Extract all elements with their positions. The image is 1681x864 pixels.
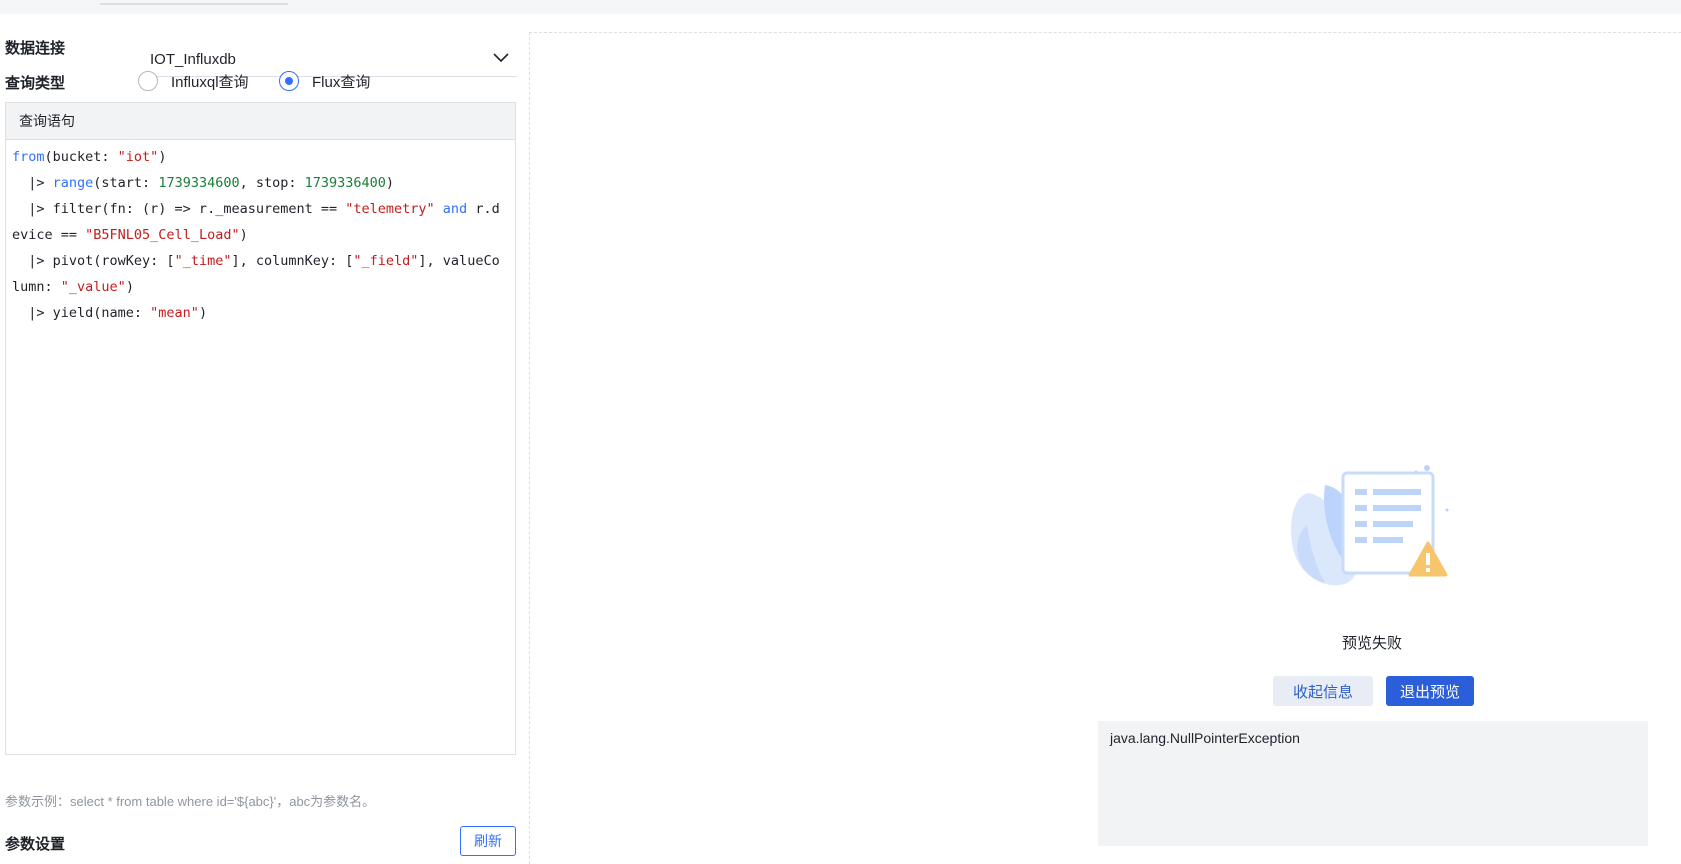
query-type-label: 查询类型 bbox=[5, 75, 66, 92]
radio-circle-selected bbox=[279, 71, 299, 91]
radio-label: Influxql查询 bbox=[171, 73, 249, 91]
radio-influxql[interactable]: Influxql查询 bbox=[138, 69, 249, 93]
code-line: |> yield(name: "mean") bbox=[12, 305, 208, 321]
code-area[interactable]: from(bucket: "iot") |> range(start: 1739… bbox=[6, 140, 515, 326]
query-editor[interactable]: 查询语句 from(bucket: "iot") |> range(start:… bbox=[5, 102, 516, 755]
param-hint: 参数示例：select * from table where id='${abc… bbox=[5, 794, 376, 809]
code-line: from(bucket: "iot") bbox=[12, 149, 167, 165]
preview-failed-illustration bbox=[1291, 465, 1449, 586]
query-config-panel: 数据连接 IOT_Influxdb 查询类型 Influxql查询 Flux查询… bbox=[0, 14, 530, 864]
code-line: evice == "B5FNL05_Cell_Load") bbox=[12, 227, 248, 243]
radio-flux[interactable]: Flux查询 bbox=[279, 69, 370, 93]
code-line: lumn: "_value") bbox=[12, 279, 134, 295]
code-line: |> range(start: 1739334600, stop: 173933… bbox=[12, 175, 395, 191]
param-settings-title: 参数设置 bbox=[5, 836, 66, 853]
top-tab-bar bbox=[0, 0, 1681, 14]
tab-underline bbox=[100, 3, 288, 5]
chevron-down-icon bbox=[493, 53, 509, 63]
collapse-info-button[interactable]: 收起信息 bbox=[1273, 676, 1373, 706]
refresh-button[interactable]: 刷新 bbox=[460, 826, 516, 856]
radio-circle bbox=[138, 71, 158, 91]
connection-label: 数据连接 bbox=[5, 40, 66, 57]
editor-header: 查询语句 bbox=[6, 103, 515, 140]
preview-fail-text: 预览失败 bbox=[1341, 635, 1402, 652]
connection-value: IOT_Influxdb bbox=[150, 51, 236, 68]
code-line: |> pivot(rowKey: ["_time"], columnKey: [… bbox=[12, 253, 500, 269]
error-message: java.lang.NullPointerException bbox=[1110, 730, 1300, 746]
error-message-box: java.lang.NullPointerException bbox=[1098, 721, 1648, 846]
radio-label: Flux查询 bbox=[312, 73, 371, 91]
exit-preview-button[interactable]: 退出预览 bbox=[1386, 676, 1474, 706]
code-line: |> filter(fn: (r) => r._measurement == "… bbox=[12, 201, 500, 217]
